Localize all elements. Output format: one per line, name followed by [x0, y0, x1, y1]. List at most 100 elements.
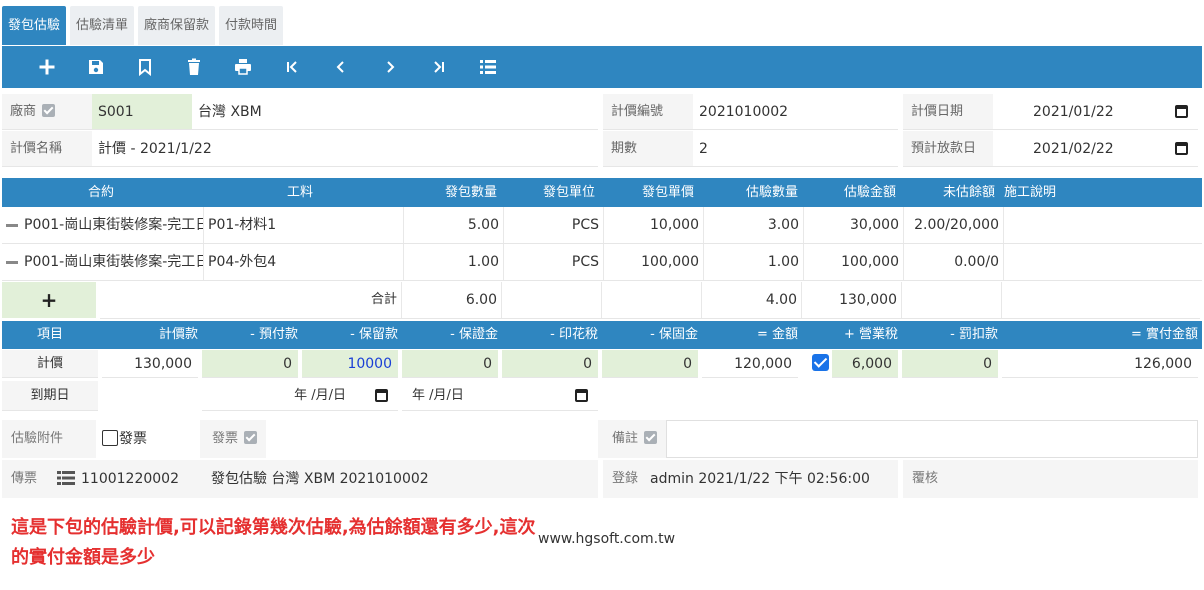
cell-est-qty[interactable]: 3.00	[704, 207, 804, 243]
period-field[interactable]: 2	[693, 131, 898, 167]
list-icon[interactable]	[57, 471, 75, 485]
checkbox-icon[interactable]	[102, 430, 118, 446]
cell-note[interactable]	[1004, 207, 1202, 243]
table-row[interactable]: P001-崗山東街裝修案-完工日 P01-材料1 5.00 PCS 10,000…	[2, 207, 1202, 244]
total-est-amt: 130,000	[802, 282, 902, 318]
pay-col-retention: - 保留款	[350, 327, 398, 342]
due-date-input-2[interactable]: 年 /月/日	[402, 381, 598, 411]
next-record-button[interactable]	[365, 46, 414, 88]
add-button[interactable]	[22, 46, 71, 88]
pay-tax-field[interactable]: 6,000	[832, 350, 898, 378]
add-row-button[interactable]: +	[2, 282, 96, 318]
cell-note[interactable]	[1004, 244, 1202, 280]
table-row[interactable]: P001-崗山東街裝修案-完工日 P04-外包4 1.00 PCS 100,00…	[2, 244, 1202, 281]
pay-col-penalty: - 罰扣款	[950, 327, 998, 342]
invoice-checkbox[interactable]: 發票	[96, 420, 200, 458]
period-label: 期數	[603, 131, 693, 167]
plus-icon	[39, 59, 54, 75]
prev-record-button[interactable]	[316, 46, 365, 88]
cell-price[interactable]: 10,000	[604, 207, 704, 243]
cell-item[interactable]: P01-材料1	[204, 207, 404, 243]
remark-textarea[interactable]	[666, 420, 1198, 458]
remove-row-icon[interactable]	[6, 261, 18, 264]
tab-payment-time[interactable]: 付款時間	[219, 6, 284, 45]
cell-price[interactable]: 100,000	[604, 244, 704, 280]
total-remain-empty	[902, 282, 1002, 318]
calendar-icon[interactable]	[1175, 142, 1188, 155]
save-icon	[88, 60, 103, 74]
col-price: 發包單價	[642, 185, 695, 200]
next-icon	[386, 61, 394, 73]
tax-checkbox[interactable]	[812, 354, 829, 371]
list-icon	[479, 60, 496, 74]
invoice-field[interactable]	[266, 420, 598, 458]
pay-col-stamp: - 印花稅	[550, 327, 598, 342]
vendor-code-field[interactable]: S001	[92, 94, 192, 130]
cell-unit[interactable]: PCS	[504, 207, 604, 243]
calc-name-label: 計價名稱	[2, 131, 92, 167]
total-row: 合計 6.00 4.00 130,000	[100, 282, 1200, 319]
total-unit-empty	[502, 282, 602, 318]
print-button[interactable]	[218, 46, 267, 88]
pay-penalty-field[interactable]: 0	[902, 350, 998, 378]
detail-grid-header: 合約 工料 發包數量 發包單位 發包單價 估驗數量 估驗金額 未估餘額 施工說明	[2, 178, 1202, 207]
first-icon	[286, 61, 297, 73]
print-icon	[234, 59, 251, 75]
first-record-button[interactable]	[267, 46, 316, 88]
save-button[interactable]	[71, 46, 120, 88]
pay-warranty-field[interactable]: 0	[602, 350, 698, 378]
pay-col-calc: 計價款	[158, 327, 198, 342]
cell-unit[interactable]: PCS	[504, 244, 604, 280]
tab-estimate[interactable]: 發包估驗	[2, 6, 67, 45]
bookmark-button[interactable]	[120, 46, 169, 88]
pay-stamp-field[interactable]: 0	[502, 350, 598, 378]
calendar-icon[interactable]	[375, 389, 388, 402]
pay-col-net: = 實付金額	[1130, 327, 1198, 342]
vendor-label: 廠商	[2, 94, 92, 130]
cell-est-qty[interactable]: 1.00	[704, 244, 804, 280]
cell-contract[interactable]: P001-崗山東街裝修案-完工日	[20, 244, 204, 280]
tab-bar: 發包估驗 估驗清單 廠商保留款 付款時間	[2, 6, 287, 46]
cell-qty[interactable]: 1.00	[404, 244, 504, 280]
cell-contract[interactable]: P001-崗山東街裝修案-完工日	[20, 207, 204, 243]
cell-item[interactable]: P04-外包4	[204, 244, 404, 280]
prev-icon	[336, 61, 344, 73]
col-qty: 發包數量	[445, 185, 498, 200]
pay-retention-field[interactable]: 10000	[302, 350, 398, 378]
pay-col-amount: = 金額	[756, 327, 798, 342]
pay-amount: 120,000	[702, 350, 798, 378]
website-text: www.hgsoft.com.tw	[538, 531, 676, 547]
last-record-button[interactable]	[414, 46, 463, 88]
delete-button[interactable]	[169, 46, 218, 88]
pay-prepay-field[interactable]: 0	[202, 350, 298, 378]
voucher-no[interactable]: 11001220002	[81, 471, 179, 487]
calc-no-field[interactable]: 2021010002	[693, 94, 898, 130]
calc-name-field[interactable]: 計價 - 2021/1/22	[92, 131, 598, 167]
pay-guarantee-field[interactable]: 0	[402, 350, 498, 378]
cell-qty[interactable]: 5.00	[404, 207, 504, 243]
invoice-label: 發票	[203, 420, 265, 458]
calendar-icon[interactable]	[1175, 105, 1188, 118]
remove-row-icon[interactable]	[6, 224, 18, 227]
tab-vendor-retention[interactable]: 廠商保留款	[138, 6, 216, 45]
col-unit: 發包單位	[543, 185, 596, 200]
cell-est-amt[interactable]: 100,000	[804, 244, 904, 280]
date-placeholder: 年 /月/日	[294, 388, 346, 403]
calendar-icon[interactable]	[575, 389, 588, 402]
bookmark-icon	[138, 59, 151, 76]
vendor-name: 台灣 XBM	[192, 94, 598, 130]
list-view-button[interactable]	[463, 46, 512, 88]
release-date-label: 預計放款日	[903, 131, 993, 167]
annotation-note: 這是下包的估驗計價,可以記錄第幾次估驗,為估餘額還有多少,這次的實付金額是多少	[11, 517, 536, 568]
cell-remain: 0.00/0	[904, 244, 1004, 280]
total-est-qty: 4.00	[702, 282, 802, 318]
total-label: 合計	[100, 282, 402, 318]
cell-est-amt[interactable]: 30,000	[804, 207, 904, 243]
release-date-field[interactable]: 2021/02/22	[993, 131, 1198, 167]
total-qty: 6.00	[402, 282, 502, 318]
calc-date-field[interactable]: 2021/01/22	[993, 94, 1198, 130]
voucher-label: 傳票	[2, 460, 44, 498]
due-date-input-1[interactable]: 年 /月/日	[202, 381, 398, 411]
login-value: admin 2021/1/22 下午 02:56:00	[645, 460, 898, 498]
tab-estimate-list[interactable]: 估驗清單	[70, 6, 135, 45]
